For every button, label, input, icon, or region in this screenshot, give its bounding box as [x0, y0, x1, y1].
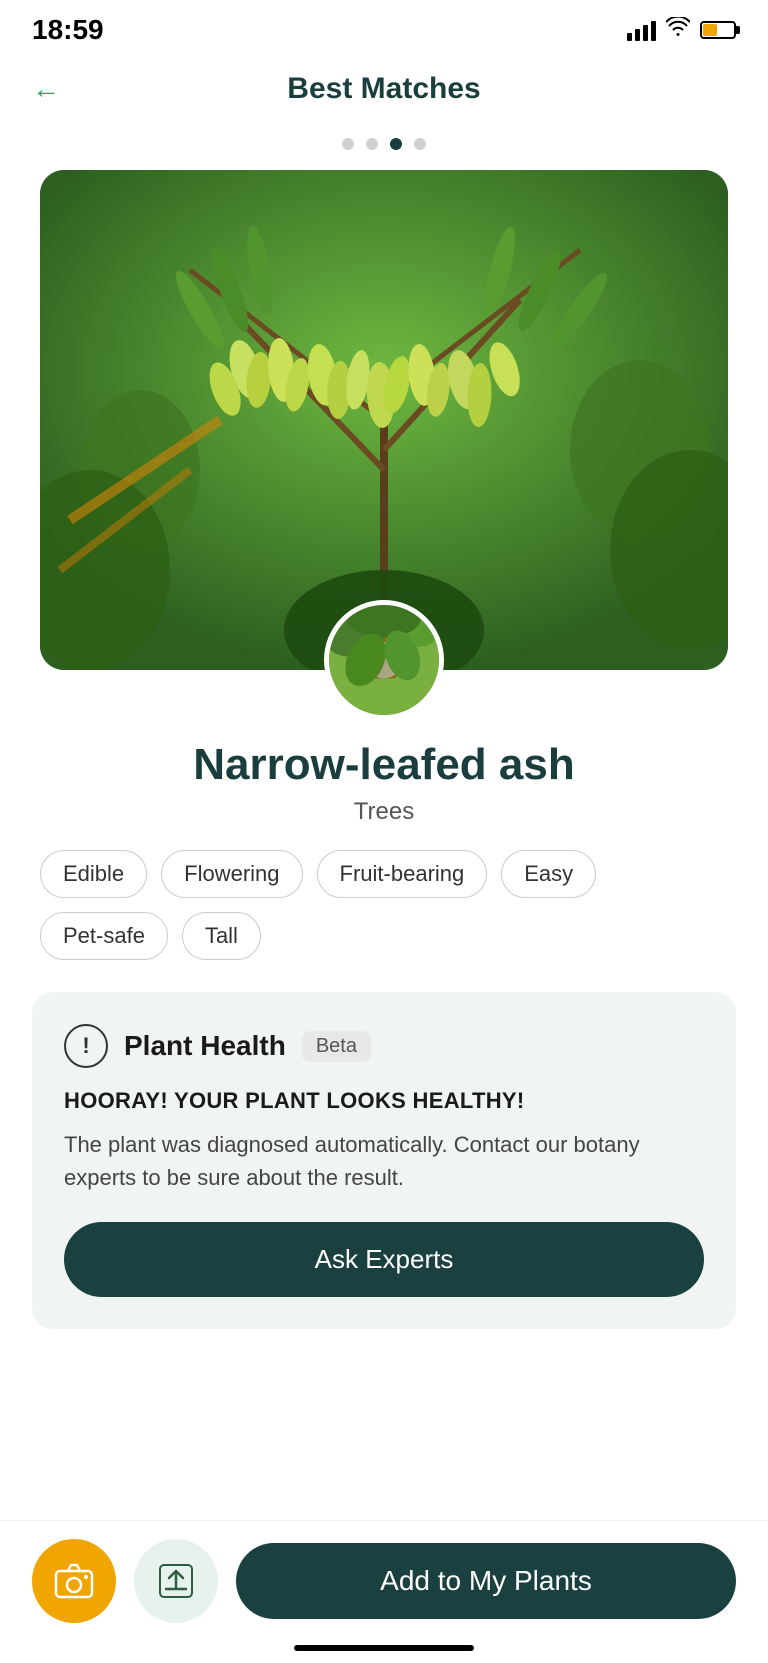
back-button[interactable]: ←: [32, 73, 60, 105]
status-time: 18:59: [32, 14, 104, 46]
beta-badge: Beta: [302, 1031, 371, 1062]
plant-info: Narrow-leafed ash Trees: [0, 740, 768, 826]
plant-name: Narrow-leafed ash: [40, 740, 728, 790]
share-button[interactable]: [134, 1539, 218, 1623]
tag-edible[interactable]: Edible: [40, 850, 147, 898]
pagination-dot-4[interactable]: [414, 138, 426, 150]
health-card-header: ! Plant Health Beta: [64, 1024, 704, 1068]
bottom-bar: Add to My Plants: [0, 1520, 768, 1663]
pagination-dot-3[interactable]: [390, 138, 402, 150]
health-title: Plant Health: [124, 1030, 286, 1062]
header: ← Best Matches: [0, 56, 768, 122]
camera-icon: [54, 1563, 94, 1599]
tag-pet-safe[interactable]: Pet-safe: [40, 912, 168, 960]
status-bar: 18:59: [0, 0, 768, 56]
plant-main-image: [40, 170, 728, 670]
tag-fruit-bearing[interactable]: Fruit-bearing: [317, 850, 488, 898]
plant-image-container: [40, 170, 728, 670]
tags-container: Edible Flowering Fruit-bearing Easy Pet-…: [0, 850, 768, 960]
home-indicator: [294, 1645, 474, 1651]
camera-button[interactable]: [32, 1539, 116, 1623]
health-headline: HOORAY! YOUR PLANT LOOKS HEALTHY!: [64, 1088, 704, 1114]
pagination-dot-2[interactable]: [366, 138, 378, 150]
tag-flowering[interactable]: Flowering: [161, 850, 302, 898]
wifi-icon: [666, 17, 690, 43]
pagination-dot-1[interactable]: [342, 138, 354, 150]
ask-experts-button[interactable]: Ask Experts: [64, 1222, 704, 1297]
signal-icon: [627, 19, 656, 41]
health-warning-icon: !: [64, 1024, 108, 1068]
health-description: The plant was diagnosed automatically. C…: [64, 1128, 704, 1194]
tag-easy[interactable]: Easy: [501, 850, 596, 898]
health-card: ! Plant Health Beta HOORAY! YOUR PLANT L…: [32, 992, 736, 1329]
tag-tall[interactable]: Tall: [182, 912, 261, 960]
pagination-dots: [0, 122, 768, 170]
battery-icon: [700, 21, 736, 39]
status-icons: [627, 17, 736, 43]
share-icon: [158, 1563, 194, 1599]
plant-category: Trees: [40, 798, 728, 826]
page-title: Best Matches: [287, 72, 480, 106]
plant-avatar: [324, 600, 444, 720]
add-to-my-plants-button[interactable]: Add to My Plants: [236, 1543, 736, 1619]
